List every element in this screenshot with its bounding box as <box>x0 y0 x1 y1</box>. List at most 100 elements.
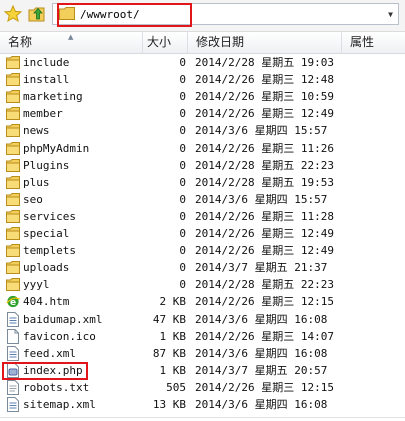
file-row[interactable]: robots.txt 505 2014/2/26 星期三 12:15 <box>0 379 405 396</box>
file-row[interactable]: include 0 2014/2/28 星期五 19:03 <box>0 54 405 71</box>
file-size: 0 <box>179 192 186 206</box>
column-size-header[interactable]: 大小 <box>143 32 188 53</box>
file-name[interactable]: Plugins <box>23 157 69 174</box>
ie-html-icon: e <box>6 294 20 309</box>
file-row[interactable]: baidumap.xml 47 KB 2014/3/6 星期四 16:08 <box>0 311 405 328</box>
file-modified: 2014/2/28 星期五 19:03 <box>195 56 334 69</box>
file-size: 0 <box>179 278 186 292</box>
file-name[interactable]: member <box>23 105 63 122</box>
file-name[interactable]: special <box>23 225 69 242</box>
bottom-divider <box>0 417 405 418</box>
file-name[interactable]: install <box>23 71 69 88</box>
file-modified: 2014/2/26 星期三 12:49 <box>195 244 334 258</box>
column-attributes-label: 属性 <box>350 35 375 49</box>
file-modified: 2014/3/6 星期四 15:57 <box>195 192 328 206</box>
folder-icon <box>6 175 20 190</box>
file-name[interactable]: baidumap.xml <box>23 311 102 328</box>
toolbar: /wwwroot/ ▼ <box>0 0 405 32</box>
file-modified: 2014/2/26 星期三 12:49 <box>195 107 334 121</box>
folder-icon <box>6 209 20 224</box>
file-name[interactable]: include <box>23 54 69 71</box>
file-modified: 2014/3/6 星期四 16:08 <box>195 312 328 326</box>
file-name[interactable]: news <box>23 122 50 139</box>
file-row[interactable]: favicon.ico 1 KB 2014/2/26 星期三 14:07 <box>0 328 405 345</box>
folder-icon <box>6 89 20 104</box>
file-modified: 2014/2/26 星期三 12:15 <box>195 380 334 394</box>
file-modified: 2014/3/7 星期五 20:57 <box>195 363 328 377</box>
file-name[interactable]: phpMyAdmin <box>23 140 89 157</box>
column-name-header[interactable]: ▲ 名称 <box>0 32 143 53</box>
file-row[interactable]: phpMyAdmin 0 2014/2/26 星期三 11:26 <box>0 140 405 157</box>
file-modified: 2014/2/26 星期三 10:59 <box>195 90 334 104</box>
file-size: 0 <box>179 107 186 121</box>
file-row[interactable]: sitemap.xml 13 KB 2014/3/6 星期四 16:08 <box>0 396 405 413</box>
document-icon <box>6 345 20 361</box>
sort-ascending-icon: ▲ <box>68 33 74 41</box>
column-attributes-header[interactable]: 属性 <box>342 32 405 53</box>
file-name[interactable]: templets <box>23 242 76 259</box>
file-size: 0 <box>179 209 186 223</box>
file-modified: 2014/2/26 星期三 11:28 <box>195 209 334 223</box>
file-name[interactable]: feed.xml <box>23 345 76 362</box>
folder-icon <box>6 226 20 241</box>
file-row[interactable]: marketing 0 2014/2/26 星期三 10:59 <box>0 88 405 105</box>
chevron-down-icon[interactable]: ▼ <box>383 4 398 24</box>
file-row[interactable]: uploads 0 2014/3/7 星期五 21:37 <box>0 259 405 276</box>
file-name[interactable]: favicon.ico <box>23 328 96 345</box>
folder-icon <box>6 55 20 70</box>
file-modified: 2014/3/6 星期四 16:08 <box>195 398 328 411</box>
folder-icon <box>6 243 20 258</box>
document-icon <box>6 311 20 327</box>
file-row[interactable]: Plugins 0 2014/2/28 星期五 22:23 <box>0 157 405 174</box>
document-icon <box>6 397 20 412</box>
file-row[interactable]: index.php 1 KB 2014/3/7 星期五 20:57 <box>0 361 405 380</box>
column-modified-header[interactable]: 修改日期 <box>188 32 342 53</box>
favorites-star-icon[interactable] <box>3 4 23 24</box>
file-name[interactable]: uploads <box>23 259 69 276</box>
file-row[interactable]: feed.xml 87 KB 2014/3/6 星期四 16:08 <box>0 345 405 362</box>
file-modified: 2014/2/26 星期三 14:07 <box>195 329 334 343</box>
file-name[interactable]: marketing <box>23 88 83 105</box>
file-row[interactable]: install 0 2014/2/26 星期三 12:48 <box>0 71 405 88</box>
file-row[interactable]: e 404.htm 2 KB 2014/2/26 星期三 12:15 <box>0 293 405 310</box>
file-modified: 2014/3/6 星期四 15:57 <box>195 124 328 138</box>
file-name[interactable]: plus <box>23 174 50 191</box>
file-name[interactable]: 404.htm <box>23 293 69 310</box>
file-modified: 2014/2/26 星期三 12:48 <box>195 73 334 87</box>
file-size: 13 KB <box>152 398 186 411</box>
file-modified: 2014/2/28 星期五 22:23 <box>195 278 334 292</box>
folder-icon <box>6 72 20 87</box>
folder-icon <box>6 106 20 121</box>
file-size: 0 <box>179 261 186 275</box>
folder-icon <box>6 123 20 138</box>
file-modified: 2014/2/26 星期三 12:15 <box>195 295 334 309</box>
file-row[interactable]: services 0 2014/2/26 星期三 11:28 <box>0 208 405 225</box>
file-row[interactable]: plus 0 2014/2/28 星期五 19:53 <box>0 174 405 191</box>
file-name[interactable]: yyyl <box>23 276 50 293</box>
file-name[interactable]: robots.txt <box>23 379 89 396</box>
file-size: 0 <box>179 141 186 155</box>
column-name-label: 名称 <box>8 35 33 49</box>
file-size: 2 KB <box>159 295 187 309</box>
file-row[interactable]: seo 0 2014/3/6 星期四 15:57 <box>0 191 405 208</box>
file-modified: 2014/2/26 星期三 11:26 <box>195 141 334 155</box>
text-file-icon <box>6 379 20 395</box>
file-row[interactable]: special 0 2014/2/26 星期三 12:49 <box>0 225 405 242</box>
file-modified: 2014/2/28 星期五 22:23 <box>195 158 334 172</box>
file-name[interactable]: sitemap.xml <box>23 396 96 413</box>
file-size: 0 <box>179 175 186 189</box>
up-folder-icon[interactable] <box>27 4 47 24</box>
file-row[interactable]: news 0 2014/3/6 星期四 15:57 <box>0 122 405 139</box>
file-row[interactable]: templets 0 2014/2/26 星期三 12:49 <box>0 242 405 259</box>
file-size: 0 <box>179 124 186 138</box>
file-size: 0 <box>179 56 186 69</box>
file-row[interactable]: yyyl 0 2014/2/28 星期五 22:23 <box>0 276 405 293</box>
address-bar[interactable]: /wwwroot/ ▼ <box>52 3 399 27</box>
file-modified: 2014/3/6 星期四 16:08 <box>195 346 328 360</box>
file-name[interactable]: seo <box>23 191 43 208</box>
file-row[interactable]: member 0 2014/2/26 星期三 12:49 <box>0 105 405 122</box>
file-modified: 2014/3/7 星期五 21:37 <box>195 261 328 275</box>
folder-icon <box>6 260 20 275</box>
file-name[interactable]: services <box>23 208 76 225</box>
file-size: 1 KB <box>159 363 187 377</box>
